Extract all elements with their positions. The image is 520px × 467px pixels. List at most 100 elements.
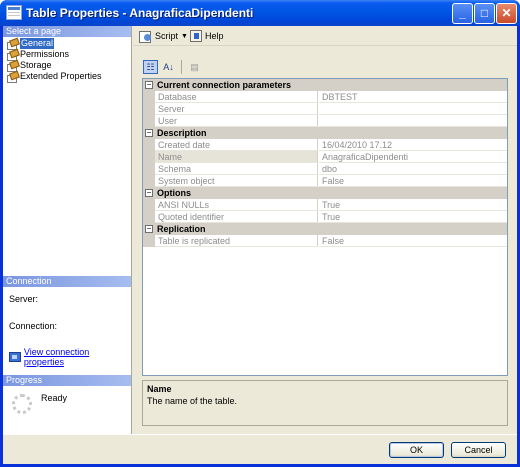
- connection-header: Connection: [3, 276, 131, 287]
- collapse-icon[interactable]: −: [145, 129, 153, 137]
- close-button[interactable]: ✕: [496, 3, 517, 24]
- property-name: Quoted identifier: [155, 211, 318, 223]
- property-name: System object: [155, 175, 318, 187]
- row-gutter: [143, 235, 155, 247]
- button-bar: OK Cancel: [3, 434, 517, 464]
- wrench-page-icon: [6, 72, 18, 83]
- property-row-quoted-identifier[interactable]: Quoted identifier True: [143, 211, 507, 223]
- row-gutter: [143, 163, 155, 175]
- maximize-button[interactable]: □: [474, 3, 495, 24]
- property-value: True: [319, 199, 507, 211]
- property-name: Table is replicated: [155, 235, 318, 247]
- property-grid-toolbar: ☷ A↓ ▤: [143, 60, 202, 74]
- property-value: [319, 103, 507, 115]
- wrench-page-icon: [6, 61, 18, 72]
- minimize-button[interactable]: _: [452, 3, 473, 24]
- page-label: General: [20, 38, 55, 49]
- select-page-header: Select a page: [3, 26, 131, 37]
- server-label: Server:: [9, 294, 39, 304]
- connection-label: Connection:: [9, 321, 58, 331]
- category-row-description[interactable]: − Description: [143, 127, 507, 139]
- property-pages-icon[interactable]: ▤: [187, 60, 202, 74]
- help-icon: [190, 30, 202, 42]
- collapse-icon[interactable]: −: [145, 81, 153, 89]
- page-label: Permissions: [20, 49, 70, 59]
- property-row-user[interactable]: User: [143, 115, 507, 127]
- category-name: Replication: [157, 224, 206, 234]
- property-row-system-object[interactable]: System object False: [143, 175, 507, 187]
- progress-header: Progress: [3, 375, 131, 386]
- row-gutter: [143, 103, 155, 115]
- dialog-toolbar: Script ▼ Help: [133, 26, 517, 46]
- view-connection-properties-label: View connection properties: [23, 347, 90, 367]
- category-name: Current connection parameters: [157, 80, 292, 90]
- property-row-ansi-nulls[interactable]: ANSI NULLs True: [143, 199, 507, 211]
- page-item-permissions[interactable]: Permissions: [6, 49, 70, 61]
- property-value: True: [319, 211, 507, 223]
- row-gutter: [143, 199, 155, 211]
- collapse-icon[interactable]: −: [145, 225, 153, 233]
- dialog-client: Select a page General Permissions Storag…: [3, 26, 517, 464]
- category-name: Description: [157, 128, 207, 138]
- alphabetical-sort-icon[interactable]: A↓: [161, 60, 176, 74]
- row-gutter: [143, 115, 155, 127]
- page-item-storage[interactable]: Storage: [6, 60, 52, 72]
- page-item-general[interactable]: General: [6, 38, 55, 50]
- ok-button[interactable]: OK: [389, 442, 444, 458]
- window-frame: Table Properties - AnagraficaDipendenti …: [0, 0, 520, 467]
- toolbar-separator: [181, 60, 182, 74]
- page-label: Storage: [20, 60, 52, 70]
- property-value: DBTEST: [319, 91, 507, 103]
- connection-properties-icon: [9, 352, 21, 362]
- page-item-extended-properties[interactable]: Extended Properties: [6, 71, 102, 83]
- property-name: ANSI NULLs: [155, 199, 318, 211]
- collapse-icon[interactable]: −: [145, 189, 153, 197]
- category-name: Options: [157, 188, 191, 198]
- property-name: Created date: [155, 139, 318, 151]
- cancel-button[interactable]: Cancel: [451, 442, 506, 458]
- property-name: Schema: [155, 163, 318, 175]
- categorized-icon[interactable]: ☷: [143, 60, 158, 74]
- category-row-replication[interactable]: − Replication: [143, 223, 507, 235]
- property-name: Name: [155, 151, 318, 163]
- category-row-current-connection[interactable]: − Current connection parameters: [143, 79, 507, 91]
- progress-status: Ready: [41, 393, 68, 403]
- property-row-table-is-replicated[interactable]: Table is replicated False: [143, 235, 507, 247]
- help-button[interactable]: Help: [190, 29, 224, 43]
- row-gutter: [143, 151, 155, 163]
- description-title: Name: [147, 384, 172, 394]
- category-row-options[interactable]: − Options: [143, 187, 507, 199]
- property-value: [319, 115, 507, 127]
- row-gutter: [143, 211, 155, 223]
- property-row-database[interactable]: Database DBTEST: [143, 91, 507, 103]
- script-button[interactable]: Script ▼: [139, 29, 188, 43]
- property-value: False: [319, 235, 507, 247]
- wrench-page-icon: [6, 39, 18, 50]
- progress-spinner-icon: [12, 394, 32, 414]
- property-grid[interactable]: − Current connection parameters Database…: [142, 78, 508, 376]
- title-bar[interactable]: Table Properties - AnagraficaDipendenti …: [0, 0, 520, 26]
- property-row-schema[interactable]: Schema dbo: [143, 163, 507, 175]
- page-label: Extended Properties: [20, 71, 102, 81]
- wrench-page-icon: [6, 50, 18, 61]
- chevron-down-icon[interactable]: ▼: [181, 33, 188, 40]
- property-value: 16/04/2010 17.12: [319, 139, 507, 151]
- property-name: Server: [155, 103, 318, 115]
- property-value: False: [319, 175, 507, 187]
- property-name: User: [155, 115, 318, 127]
- property-name: Database: [155, 91, 318, 103]
- description-panel: Name The name of the table.: [142, 380, 508, 426]
- property-row-name[interactable]: Name AnagraficaDipendenti: [143, 151, 507, 163]
- property-row-server[interactable]: Server: [143, 103, 507, 115]
- window-title: Table Properties - AnagraficaDipendenti: [26, 6, 254, 20]
- row-gutter: [143, 175, 155, 187]
- table-icon: [6, 5, 22, 20]
- property-row-created-date[interactable]: Created date 16/04/2010 17.12: [143, 139, 507, 151]
- view-connection-properties-link[interactable]: View connection properties: [9, 347, 131, 367]
- row-gutter: [143, 91, 155, 103]
- row-gutter: [143, 139, 155, 151]
- property-value: AnagraficaDipendenti: [319, 151, 507, 163]
- left-pane: Select a page General Permissions Storag…: [3, 26, 132, 434]
- script-label: Script: [155, 31, 179, 41]
- property-value: dbo: [319, 163, 507, 175]
